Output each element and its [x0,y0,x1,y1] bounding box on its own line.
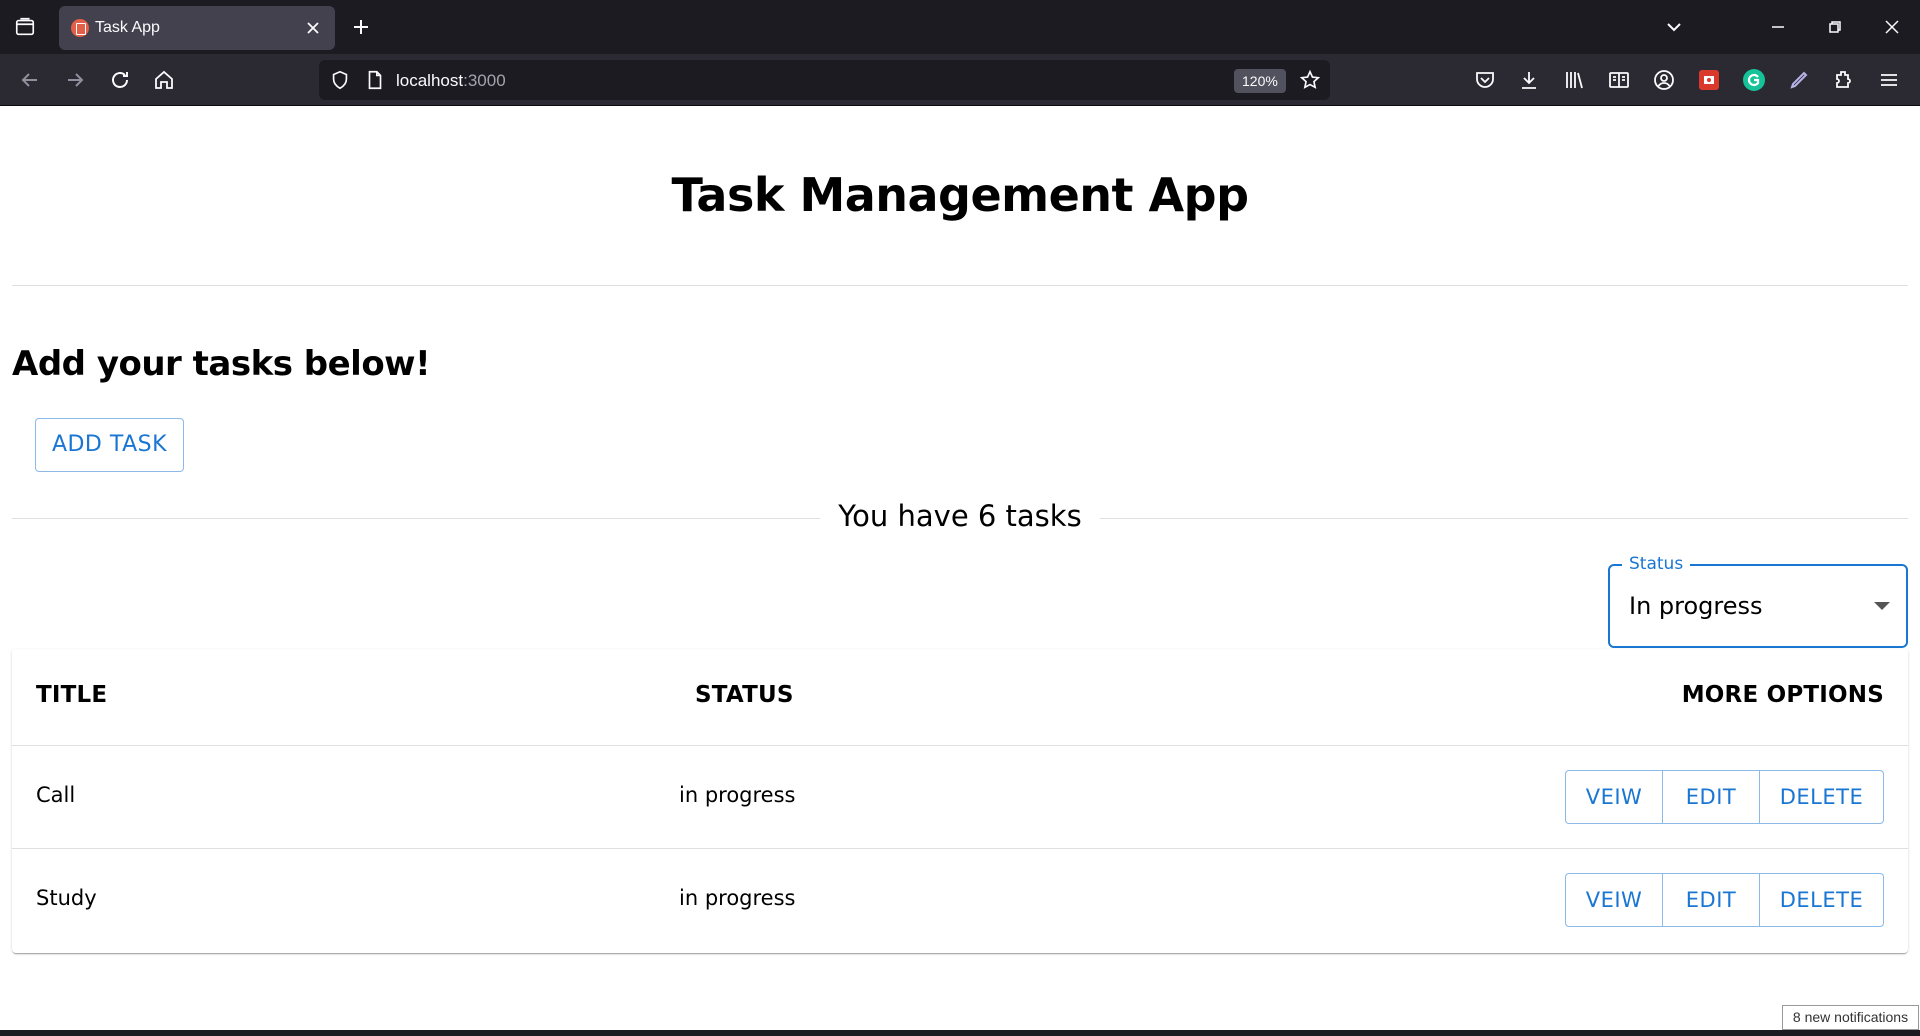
library-icon[interactable] [1562,68,1586,92]
download-icon[interactable] [1517,68,1541,92]
extension-red-icon[interactable] [1697,68,1721,92]
table-row: Study in progress VEIW EDIT DELETE [12,849,1908,952]
pocket-icon[interactable] [1473,68,1497,92]
page-icon[interactable] [364,69,386,91]
browser-tab[interactable]: Task App [59,6,335,50]
grammarly-icon[interactable] [1742,68,1766,92]
task-count-divider: You have 6 tasks [0,499,1920,533]
header-divider [12,285,1908,286]
tab-list-icon[interactable] [14,16,36,38]
task-title: Call [36,783,76,807]
edit-button[interactable]: EDIT [1663,873,1760,927]
address-bar[interactable]: localhost:3000 120% [319,60,1330,100]
header-status: STATUS [695,682,794,708]
browser-tab-bar: Task App [0,0,1920,54]
plus-icon[interactable] [349,15,373,39]
zoom-badge[interactable]: 120% [1234,69,1286,93]
extensions-icon[interactable] [1832,68,1856,92]
minimize-icon[interactable] [1766,15,1790,39]
status-filter-select[interactable]: Status In progress [1608,554,1908,648]
account-icon[interactable] [1652,68,1676,92]
tasks-table: TITLE STATUS MORE OPTIONS Call in progre… [12,649,1908,953]
chevron-down-icon[interactable] [1662,15,1686,39]
pen-icon[interactable] [1787,68,1811,92]
status-filter-value: In progress [1629,592,1763,620]
reader-icon[interactable] [1607,68,1631,92]
task-status: in progress [679,783,796,807]
restore-icon[interactable] [1823,15,1847,39]
table-row: Call in progress VEIW EDIT DELETE [12,746,1908,849]
dropdown-arrow-icon [1874,602,1890,610]
star-icon[interactable] [1299,69,1321,91]
task-status: in progress [679,886,796,910]
header-title: TITLE [36,682,108,708]
delete-button[interactable]: DELETE [1759,770,1884,824]
shield-icon[interactable] [329,69,351,91]
home-icon[interactable] [152,68,176,92]
notifications-badge[interactable]: 8 new notifications [1782,1005,1919,1030]
tab-title: Task App [95,19,160,36]
reload-icon[interactable] [108,68,132,92]
status-filter-label: Status [1622,554,1691,574]
url-host: localhost [396,71,464,90]
table-header-row: TITLE STATUS MORE OPTIONS [12,649,1908,746]
url-port: :3000 [463,71,506,90]
url-text[interactable]: localhost:3000 [396,71,506,91]
app-title: Task Management App [671,168,1249,222]
app-favicon-icon [71,19,89,37]
forward-icon[interactable] [63,68,87,92]
view-button[interactable]: VEIW [1565,873,1663,927]
add-task-button[interactable]: ADD TASK [35,418,184,472]
back-icon[interactable] [18,68,42,92]
task-title: Study [36,886,97,910]
view-button[interactable]: VEIW [1565,770,1663,824]
window-close-icon[interactable] [1880,15,1904,39]
browser-toolbar: localhost:3000 120% [0,54,1920,106]
close-icon[interactable] [301,16,325,40]
add-tasks-heading: Add your tasks below! [12,344,431,384]
page-content: Task Management App Add your tasks below… [0,106,1920,1030]
delete-button[interactable]: DELETE [1759,873,1884,927]
menu-icon[interactable] [1877,68,1901,92]
edit-button[interactable]: EDIT [1663,770,1760,824]
task-count-text: You have 6 tasks [820,499,1100,533]
taskbar-strip [0,1030,1920,1036]
header-more-options: MORE OPTIONS [1681,682,1884,708]
